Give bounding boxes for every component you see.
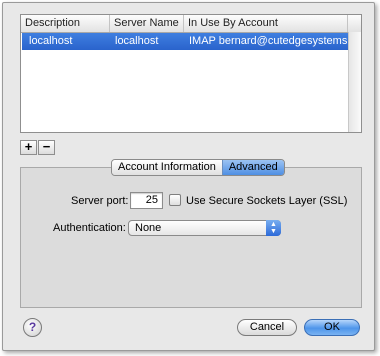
table-header: Description Server Name In Use By Accoun…	[21, 15, 361, 33]
authentication-value: None	[135, 222, 162, 234]
authentication-popup[interactable]: None ▲ ▼	[128, 220, 281, 236]
chevron-up-down-icon: ▲ ▼	[266, 220, 281, 236]
authentication-label: Authentication:	[53, 222, 126, 234]
remove-server-button[interactable]: −	[38, 140, 55, 155]
server-port-field[interactable]: 25	[130, 192, 163, 209]
ok-button[interactable]: OK	[304, 319, 360, 336]
help-button[interactable]: ?	[23, 318, 42, 337]
vertical-scrollbar[interactable]	[348, 32, 361, 132]
ssl-label[interactable]: Use Secure Sockets Layer (SSL)	[186, 195, 347, 207]
cell-server-name: localhost	[115, 35, 159, 47]
tab-control: Account Information Advanced	[111, 159, 285, 176]
cell-in-use-by: IMAP bernard@cutedgesystems...	[189, 35, 349, 47]
smtp-server-list-sheet: Description Server Name In Use By Accoun…	[2, 2, 375, 351]
tab-account-information[interactable]: Account Information	[112, 160, 222, 175]
table-row[interactable]: localhost localhost IMAP bernard@cutedge…	[22, 33, 349, 50]
column-header-server-name[interactable]: Server Name	[110, 15, 184, 32]
column-header-in-use-by[interactable]: In Use By Account	[184, 15, 348, 32]
tab-panel	[20, 167, 362, 308]
server-table: Description Server Name In Use By Accoun…	[20, 14, 362, 133]
cell-description: localhost	[29, 35, 73, 47]
ssl-checkbox[interactable]	[169, 194, 181, 206]
tab-advanced[interactable]: Advanced	[221, 160, 284, 175]
column-header-description[interactable]: Description	[21, 15, 110, 32]
add-server-button[interactable]: +	[20, 140, 37, 155]
server-port-label: Server port:	[71, 195, 129, 207]
cancel-button[interactable]: Cancel	[237, 319, 297, 336]
